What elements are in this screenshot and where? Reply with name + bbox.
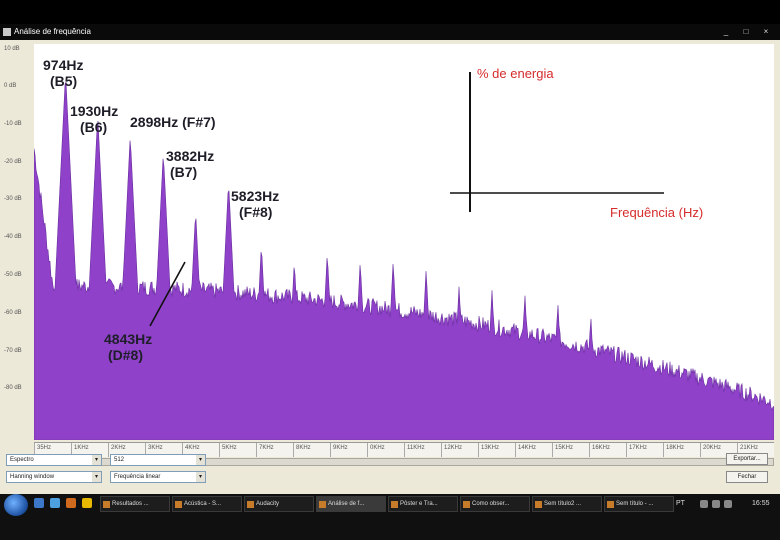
taskbar-item[interactable]: Como obser... (460, 496, 530, 512)
taskbar-item[interactable]: Sem título - ... (604, 496, 674, 512)
taskbar-item-label: Sem título2 ... (544, 501, 582, 507)
taskbar: Resultados ... Acústica - S... Audacity Aná… (0, 494, 780, 540)
taskbar-item[interactable]: Resultados ... (100, 496, 170, 512)
taskbar-item-label: Análise de f... (328, 501, 365, 507)
taskbar-item-label: Pôster e Tra... (400, 501, 438, 507)
app-icon (319, 501, 326, 508)
taskbar-item[interactable]: Análise de f... (316, 496, 386, 512)
taskbar-item[interactable]: Audacity (244, 496, 314, 512)
language-indicator[interactable]: PT (676, 500, 685, 507)
tray-network-icon[interactable] (700, 500, 708, 508)
clock[interactable]: 16:55 (752, 500, 770, 507)
energy-axis-legend: % de energia (477, 66, 554, 81)
app-icon (103, 501, 110, 508)
pointer-line-4843 (149, 261, 186, 327)
app-icon (607, 501, 614, 508)
tray-security-icon[interactable] (724, 500, 732, 508)
app-icon (175, 501, 182, 508)
start-button[interactable] (4, 494, 28, 516)
windows-logo-icon (11, 499, 21, 509)
app-icon (535, 501, 542, 508)
taskbar-item-label: Acústica - S... (184, 501, 222, 507)
app-icon (391, 501, 398, 508)
taskbar-item[interactable]: Acústica - S... (172, 496, 242, 512)
annotation-lines (149, 72, 664, 327)
taskbar-item-label: Audacity (256, 501, 280, 507)
tray-volume-icon[interactable] (712, 500, 720, 508)
taskbar-item-label: Como obser... (472, 501, 510, 507)
frequency-axis-legend: Frequência (Hz) (610, 205, 704, 220)
taskbar-item-label: Sem título - ... (616, 501, 654, 507)
quicklaunch-ie-icon[interactable] (50, 498, 60, 508)
taskbar-item-label: Resultados ... (112, 501, 149, 507)
quicklaunch-desktop-icon[interactable] (34, 498, 44, 508)
taskbar-item[interactable]: Sem título2 ... (532, 496, 602, 512)
quicklaunch-firefox-icon[interactable] (66, 498, 76, 508)
taskbar-item[interactable]: Pôster e Tra... (388, 496, 458, 512)
quicklaunch-folder-icon[interactable] (82, 498, 92, 508)
app-icon (247, 501, 254, 508)
app-icon (463, 501, 470, 508)
